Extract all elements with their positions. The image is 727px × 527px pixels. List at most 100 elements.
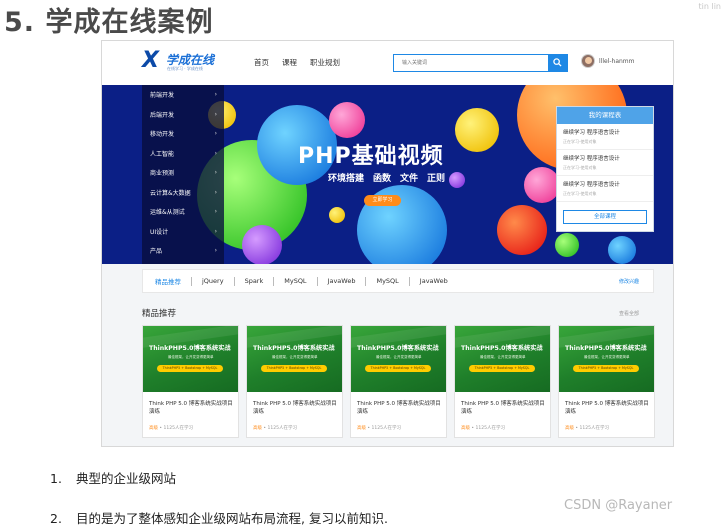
category-item[interactable]: 前端开发 › <box>142 85 224 105</box>
search-button[interactable] <box>548 55 567 71</box>
search-input[interactable] <box>394 55 548 71</box>
category-label: 人工智能 <box>150 150 175 158</box>
search-icon <box>553 58 562 67</box>
thumb-title: ThinkPHP5.0博客系统实战 <box>357 345 439 352</box>
my-course-item[interactable]: 继续学习 程序语言设计 正在学习-使用对象 <box>557 124 653 150</box>
course-thumbnail: ThinkPHP5.0博客系统实战 最佳框架，让开发变得更简单 ThinkPHP… <box>143 326 238 392</box>
category-item[interactable]: 后端开发 › <box>142 105 224 125</box>
tab-spark[interactable]: Spark <box>235 277 274 285</box>
logo-slogan: 在线学习 · 学成在线 <box>167 66 203 71</box>
category-item[interactable]: 云计算&大数据 › <box>142 183 224 203</box>
site-logo[interactable]: X 学成在线 在线学习 · 学成在线 <box>142 50 232 76</box>
thumb-subtitle: 最佳框架，让开发变得更简单 <box>376 355 422 359</box>
banner-title: PHP基础视频 <box>298 144 444 169</box>
nav-item-career[interactable]: 职业规划 <box>310 57 340 68</box>
category-label: 后端开发 <box>150 111 175 119</box>
course-thumbnail: ThinkPHP5.0博客系统实战 最佳框架，让开发变得更简单 ThinkPHP… <box>247 326 342 392</box>
chevron-right-icon: › <box>214 130 217 138</box>
course-meta: 高级 • 1125人在学习 <box>565 425 609 431</box>
category-item[interactable]: 移动开发 › <box>142 124 224 144</box>
course-card[interactable]: ThinkPHP5.0博客系统实战 最佳框架，让开发变得更简单 ThinkPHP… <box>350 325 447 438</box>
course-meta: 高级 • 1125人在学习 <box>461 425 505 431</box>
view-all-link[interactable]: 查看全部 <box>619 310 639 317</box>
category-item[interactable]: UI设计 › <box>142 222 224 242</box>
my-course-item-sub: 正在学习-使用对象 <box>563 191 597 196</box>
logo-mark: X <box>142 48 159 73</box>
note-item: 1. 典型的企业级网站 <box>50 468 388 508</box>
course-card[interactable]: ThinkPHP5.0博客系统实战 最佳框架，让开发变得更简单 ThinkPHP… <box>246 325 343 438</box>
course-card[interactable]: ThinkPHP5.0博客系统实战 最佳框架，让开发变得更简单 ThinkPHP… <box>454 325 551 438</box>
thumb-subtitle: 最佳框架，让开发变得更简单 <box>272 355 318 359</box>
course-card[interactable]: ThinkPHP5.0博客系统实战 最佳框架，让开发变得更简单 ThinkPHP… <box>142 325 239 438</box>
course-card[interactable]: ThinkPHP5.0博客系统实战 最佳框架，让开发变得更简单 ThinkPHP… <box>558 325 655 438</box>
chevron-right-icon: › <box>214 188 217 196</box>
thumb-subtitle: 最佳框架，让开发变得更简单 <box>168 355 214 359</box>
course-thumbnail: ThinkPHP5.0博客系统实战 最佳框架，让开发变得更简单 ThinkPHP… <box>455 326 550 392</box>
tab-javaweb-2[interactable]: JavaWeb <box>410 277 458 285</box>
course-cards: ThinkPHP5.0博客系统实战 最佳框架，让开发变得更简单 ThinkPHP… <box>142 325 655 438</box>
category-label: 云计算&大数据 <box>150 189 191 197</box>
my-course-item-title: 继续学习 程序语言设计 <box>563 156 620 162</box>
username[interactable]: lllel-hanmm <box>599 58 635 65</box>
avatar[interactable] <box>581 54 595 68</box>
watermark: CSDN @Rayaner <box>564 498 673 513</box>
my-course-item-title: 继续学习 程序语言设计 <box>563 130 620 136</box>
course-meta: 高级 • 1125人在学习 <box>253 425 297 431</box>
all-courses-button[interactable]: 全部课程 <box>563 210 647 224</box>
category-item[interactable]: 产品 › <box>142 241 224 261</box>
category-label: UI设计 <box>150 228 169 236</box>
my-course-title: 我的课程表 <box>557 107 653 124</box>
site-header: X 学成在线 在线学习 · 学成在线 首页 课程 职业规划 lllel-hanm… <box>102 41 673 85</box>
banner-tag: 函数 <box>373 174 392 184</box>
course-level: 高级 <box>149 426 158 431</box>
nav-item-courses[interactable]: 课程 <box>282 57 297 68</box>
course-name: Think PHP 5.0 博客系统实战项目演练 <box>461 401 545 415</box>
course-meta: 高级 • 1125人在学习 <box>149 425 193 431</box>
hero-banner[interactable]: 前端开发 › 后端开发 › 移动开发 › 人工智能 › 商业预测 › 云计算&大数据 › 运… <box>102 85 673 264</box>
course-level: 高级 <box>565 426 574 431</box>
nav-item-home[interactable]: 首页 <box>254 57 269 68</box>
thumb-tag: ThinkPHP5 + Bootstrap + MySQL <box>157 365 223 372</box>
learn-now-button[interactable]: 立即学习 <box>364 195 401 206</box>
tab-featured[interactable]: 精品推荐 <box>153 276 191 286</box>
chevron-right-icon: › <box>214 227 217 235</box>
course-learners: • 1125人在学习 <box>470 426 505 431</box>
my-course-item[interactable]: 继续学习 程序语言设计 正在学习-使用对象 <box>557 150 653 176</box>
course-name: Think PHP 5.0 博客系统实战项目演练 <box>149 401 233 415</box>
tab-javaweb[interactable]: JavaWeb <box>318 277 366 285</box>
section-title: 精品推荐 <box>142 309 177 319</box>
my-course-item-sub: 正在学习-使用对象 <box>563 139 597 144</box>
note-item: 2. 目的是为了整体感知企业级网站布局流程, 复习以前知识. <box>50 508 388 527</box>
note-text: 目的是为了整体感知企业级网站布局流程, 复习以前知识. <box>76 511 388 526</box>
note-number: 1. <box>50 471 62 486</box>
edit-interests-link[interactable]: 修改兴趣 <box>619 278 639 285</box>
course-meta: 高级 • 1125人在学习 <box>357 425 401 431</box>
banner-tag: 环境搭建 <box>328 174 365 184</box>
thumb-tag: ThinkPHP5 + Bootstrap + MySQL <box>573 365 639 372</box>
chevron-right-icon: › <box>214 110 217 118</box>
category-item[interactable]: 运维&从测试 › <box>142 202 224 222</box>
thumb-tag: ThinkPHP5 + Bootstrap + MySQL <box>469 365 535 372</box>
course-learners: • 1125人在学习 <box>262 426 297 431</box>
course-level: 高级 <box>253 426 262 431</box>
category-item[interactable]: 人工智能 › <box>142 144 224 164</box>
thumb-title: ThinkPHP5.0博客系统实战 <box>565 345 647 352</box>
category-menu: 前端开发 › 后端开发 › 移动开发 › 人工智能 › 商业预测 › 云计算&大数据 › 运… <box>142 85 224 264</box>
tab-strip: 精品推荐 jQuery Spark MySQL JavaWeb MySQL Ja… <box>142 269 654 293</box>
slide-notes: 1. 典型的企业级网站 2. 目的是为了整体感知企业级网站布局流程, 复习以前知识. <box>50 468 388 527</box>
course-name: Think PHP 5.0 博客系统实战项目演练 <box>253 401 337 415</box>
tab-mysql-2[interactable]: MySQL <box>366 277 408 285</box>
thumb-subtitle: 最佳框架，让开发变得更简单 <box>480 355 526 359</box>
course-thumbnail: ThinkPHP5.0博客系统实战 最佳框架，让开发变得更简单 ThinkPHP… <box>351 326 446 392</box>
tab-mysql[interactable]: MySQL <box>274 277 316 285</box>
corner-mark: tin lin <box>698 2 722 11</box>
my-course-item[interactable]: 继续学习 程序语言设计 正在学习-使用对象 <box>557 176 653 202</box>
chevron-right-icon: › <box>214 247 217 255</box>
category-label: 前端开发 <box>150 92 175 100</box>
course-thumbnail: ThinkPHP5.0博客系统实战 最佳框架，让开发变得更简单 ThinkPHP… <box>559 326 654 392</box>
category-item[interactable]: 商业预测 › <box>142 163 224 183</box>
banner-tag: 文件 <box>400 174 419 184</box>
course-name: Think PHP 5.0 博客系统实战项目演练 <box>357 401 441 415</box>
chevron-right-icon: › <box>214 208 217 216</box>
tab-jquery[interactable]: jQuery <box>192 277 234 285</box>
